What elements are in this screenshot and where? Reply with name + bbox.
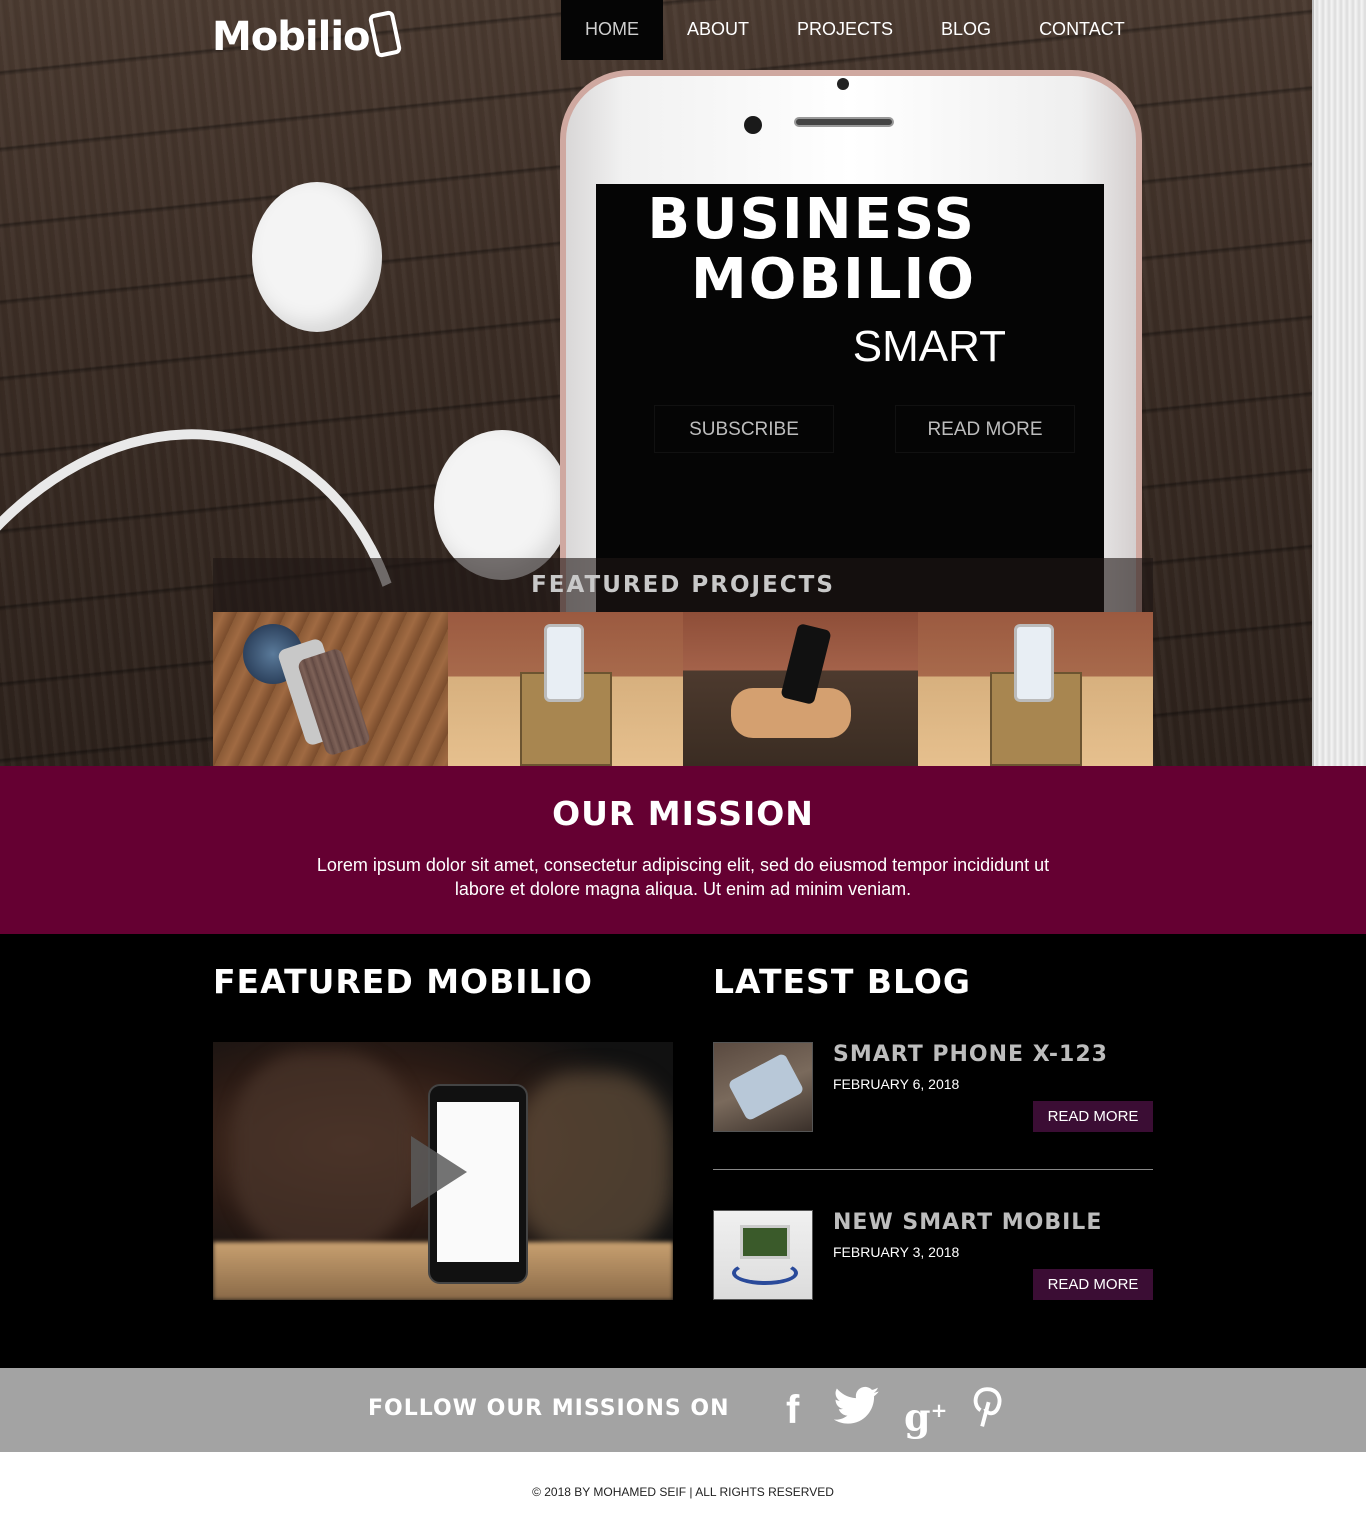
pinterest-p-shape: [973, 1387, 1002, 1427]
mission-section: OUR MISSION Lorem ipsum dolor sit amet, …: [0, 766, 1366, 934]
site-logo[interactable]: Mobilio: [212, 9, 402, 60]
featured-projects-title: FEATURED PROJECTS: [213, 558, 1153, 612]
featured-projects-grid: [213, 612, 1153, 766]
hero-section: Mobilio HOME ABOUT PROJECTS BLOG CONTACT…: [0, 0, 1366, 766]
blog-post-title[interactable]: NEW SMART MOBILE: [833, 1210, 1102, 1235]
facebook-icon[interactable]: f: [786, 1386, 799, 1434]
logo-text: Mobilio: [212, 14, 371, 60]
blog-post-date: FEBRUARY 3, 2018: [833, 1244, 960, 1260]
footer: © 2018 BY MOHAMED SEIF | ALL RIGHTS RESE…: [0, 1452, 1366, 1536]
phone-sensor: [837, 78, 849, 90]
phone-speaker: [794, 117, 894, 127]
follow-section: FOLLOW OUR MISSIONS ON f g+: [0, 1368, 1366, 1452]
phone-camera: [744, 116, 762, 134]
logo-phone-icon: [367, 9, 402, 59]
mission-text: Lorem ipsum dolor sit amet, consectetur …: [316, 855, 1050, 899]
project-phone-image: [1014, 624, 1054, 702]
nav-about[interactable]: ABOUT: [663, 0, 773, 60]
project-phone-image: [544, 624, 584, 702]
blog-read-more-button[interactable]: READ MORE: [1033, 1269, 1153, 1300]
latest-blog-title: LATEST BLOG: [713, 962, 971, 1001]
project-tile-4[interactable]: [918, 612, 1153, 766]
mission-title: OUR MISSION: [552, 794, 814, 833]
twitter-bird-shape: [833, 1386, 880, 1424]
nav-home[interactable]: HOME: [561, 0, 663, 60]
play-icon[interactable]: [411, 1136, 467, 1208]
video-bg-person-2: [513, 1072, 673, 1252]
blog-post-date: FEBRUARY 6, 2018: [833, 1076, 960, 1092]
nav-contact[interactable]: CONTACT: [1015, 0, 1149, 60]
twitter-icon[interactable]: [833, 1386, 880, 1437]
content-section: [0, 934, 1366, 1368]
main-nav: HOME ABOUT PROJECTS BLOG CONTACT: [561, 0, 1149, 60]
nav-projects[interactable]: PROJECTS: [773, 0, 917, 60]
hero-title: BUSINESS MOBILIO: [600, 190, 976, 310]
project-tile-2[interactable]: [448, 612, 683, 766]
thumb-phone-image: [740, 1225, 790, 1259]
earbud-left: [252, 182, 382, 332]
blog-post-title[interactable]: SMART PHONE X-123: [833, 1042, 1108, 1067]
hero-title-line1: BUSINESS: [647, 187, 976, 252]
project-tile-3[interactable]: [683, 612, 918, 766]
blog-post-2: NEW SMART MOBILE FEBRUARY 3, 2018 READ M…: [713, 1210, 1153, 1300]
featured-mobilio-title: FEATURED MOBILIO: [213, 962, 593, 1001]
blog-thumbnail-2[interactable]: [713, 1210, 813, 1300]
footer-copyright: © 2018 BY MOHAMED SEIF | ALL RIGHTS RESE…: [532, 1485, 834, 1499]
thumb-tripod-image: [732, 1261, 798, 1285]
featured-video[interactable]: [213, 1042, 673, 1300]
blog-read-more-button[interactable]: READ MORE: [1033, 1101, 1153, 1132]
video-bg-person: [233, 1052, 413, 1252]
blog-post-1: SMART PHONE X-123 FEBRUARY 6, 2018 READ …: [713, 1042, 1153, 1132]
project-tile-1[interactable]: [213, 612, 448, 766]
thumb-phone-image: [727, 1052, 805, 1122]
nav-blog[interactable]: BLOG: [917, 0, 1015, 60]
hero-book-decoration: [1312, 0, 1366, 766]
google-plus-icon[interactable]: g+: [904, 1386, 947, 1442]
hero-subtitle: SMART: [852, 322, 1006, 371]
blog-divider: [713, 1169, 1153, 1170]
subscribe-button[interactable]: SUBSCRIBE: [654, 405, 834, 453]
hero-read-more-button[interactable]: READ MORE: [895, 405, 1075, 453]
blog-thumbnail-1[interactable]: [713, 1042, 813, 1132]
pinterest-icon[interactable]: [970, 1386, 1004, 1439]
hero-title-line2: MOBILIO: [691, 247, 976, 312]
follow-label: FOLLOW OUR MISSIONS ON: [368, 1396, 730, 1421]
